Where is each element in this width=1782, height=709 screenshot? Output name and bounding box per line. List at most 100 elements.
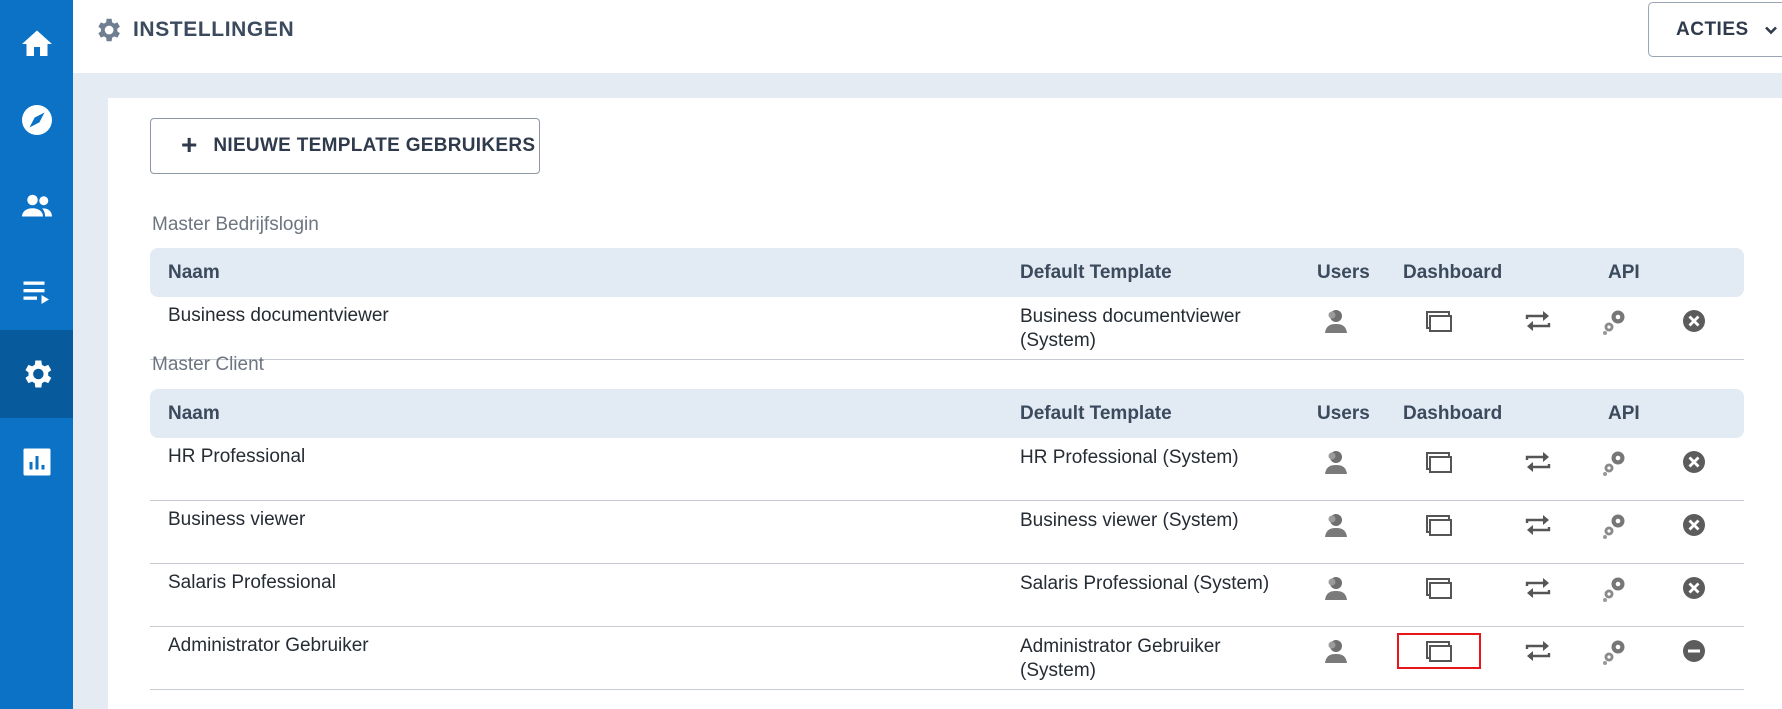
section-title-master-bedrijfslogin: Master Bedrijfslogin — [152, 214, 319, 235]
dashboard-button[interactable] — [1419, 305, 1459, 337]
swap-arrows-icon — [1525, 452, 1551, 472]
users-button[interactable] — [1316, 446, 1356, 478]
switch-button[interactable] — [1518, 635, 1558, 667]
column-naam: Naam — [168, 262, 220, 283]
user-icon — [1325, 577, 1347, 600]
table-header: Naam Default Template Users Dashboard AP… — [150, 389, 1744, 438]
table-header: Naam Default Template Users Dashboard AP… — [150, 248, 1744, 297]
compass-icon — [21, 105, 52, 135]
dashboard-button[interactable] — [1419, 572, 1459, 604]
sidebar-item-home[interactable] — [0, 0, 73, 88]
window-icon — [1426, 641, 1452, 662]
column-default-template: Default Template — [1020, 403, 1172, 424]
switch-button[interactable] — [1518, 305, 1558, 337]
close-circle-icon — [1683, 577, 1705, 599]
user-icon — [1325, 640, 1347, 663]
dashboard-button[interactable] — [1419, 509, 1459, 541]
column-api: API — [1608, 403, 1640, 424]
close-circle-icon — [1683, 514, 1705, 536]
new-template-users-button[interactable]: + NIEUWE TEMPLATE GEBRUIKERS — [150, 118, 540, 174]
switch-button[interactable] — [1518, 446, 1558, 478]
user-icon — [1325, 310, 1347, 333]
sidebar-item-settings[interactable] — [0, 330, 73, 418]
header: INSTELLINGEN ACTIES — [73, 0, 1782, 73]
users-icon — [21, 194, 52, 217]
column-default-template: Default Template — [1020, 262, 1172, 283]
column-api: API — [1608, 262, 1640, 283]
acties-dropdown-button[interactable]: ACTIES — [1648, 2, 1782, 57]
row-default-template: Administrator Gebruiker (System) — [1020, 636, 1221, 681]
column-dashboard: Dashboard — [1403, 403, 1503, 424]
gear-icon — [98, 18, 120, 42]
window-icon — [1426, 452, 1452, 473]
minus-circle-icon — [1683, 640, 1705, 662]
acties-label: ACTIES — [1676, 18, 1749, 40]
column-dashboard: Dashboard — [1403, 262, 1503, 283]
api-settings-button[interactable] — [1595, 509, 1635, 541]
remove-button[interactable] — [1674, 572, 1714, 604]
remove-button[interactable] — [1674, 446, 1714, 478]
sidebar-item-reports[interactable] — [0, 418, 73, 506]
switch-button[interactable] — [1518, 509, 1558, 541]
remove-button[interactable] — [1674, 635, 1714, 667]
row-default-template: Business viewer (System) — [1020, 510, 1239, 531]
row-default-template: Business documentviewer (System) — [1020, 306, 1241, 351]
table-row: HR Professional HR Professional (System) — [150, 438, 1744, 501]
bar-chart-icon — [23, 448, 50, 476]
users-button[interactable] — [1316, 635, 1356, 667]
row-naam: HR Professional — [168, 446, 306, 467]
remove-button[interactable] — [1674, 305, 1714, 337]
table-row: Salaris Professional Salaris Professiona… — [150, 564, 1744, 627]
sidebar — [0, 0, 73, 709]
row-naam: Salaris Professional — [168, 572, 336, 593]
dashboard-button[interactable] — [1397, 633, 1481, 669]
page-title-text: INSTELLINGEN — [133, 18, 295, 41]
dashboard-button[interactable] — [1419, 446, 1459, 478]
gear-icon — [24, 360, 51, 388]
api-settings-button[interactable] — [1595, 572, 1635, 604]
window-icon — [1426, 515, 1452, 536]
switch-button[interactable] — [1518, 572, 1558, 604]
row-naam: Administrator Gebruiker — [168, 635, 369, 656]
close-circle-icon — [1683, 451, 1705, 473]
sidebar-item-playlist[interactable] — [0, 248, 73, 336]
sidebar-item-explore[interactable] — [0, 76, 73, 164]
swap-arrows-icon — [1525, 311, 1551, 331]
gears-icon — [1603, 640, 1625, 665]
users-button[interactable] — [1316, 305, 1356, 337]
gears-icon — [1603, 451, 1625, 476]
remove-button[interactable] — [1674, 509, 1714, 541]
column-naam: Naam — [168, 403, 220, 424]
row-naam: Business documentviewer — [168, 305, 389, 326]
table-row: Business documentviewer Business documen… — [150, 297, 1744, 360]
new-template-users-label: NIEUWE TEMPLATE GEBRUIKERS — [213, 135, 536, 156]
section-title-master-client: Master Client — [152, 354, 264, 375]
table-row: Business viewer Business viewer (System) — [150, 501, 1744, 564]
row-naam: Business viewer — [168, 509, 306, 530]
content-panel: + NIEUWE TEMPLATE GEBRUIKERS Master Bedr… — [108, 98, 1782, 709]
gears-icon — [1603, 310, 1625, 335]
table-row: Administrator Gebruiker Administrator Ge… — [150, 627, 1744, 690]
api-settings-button[interactable] — [1595, 305, 1635, 337]
chevron-down-icon — [1764, 26, 1777, 34]
gears-icon — [1603, 514, 1625, 539]
swap-arrows-icon — [1525, 578, 1551, 598]
row-default-template: Salaris Professional (System) — [1020, 573, 1270, 594]
window-icon — [1426, 578, 1452, 599]
api-settings-button[interactable] — [1595, 635, 1635, 667]
list-play-icon — [23, 281, 49, 304]
row-default-template: HR Professional (System) — [1020, 447, 1239, 468]
home-icon — [21, 30, 52, 56]
swap-arrows-icon — [1525, 515, 1551, 535]
column-users: Users — [1317, 403, 1370, 424]
sidebar-item-users[interactable] — [0, 162, 73, 250]
gears-icon — [1603, 577, 1625, 602]
api-settings-button[interactable] — [1595, 446, 1635, 478]
users-button[interactable] — [1316, 509, 1356, 541]
users-button[interactable] — [1316, 572, 1356, 604]
user-icon — [1325, 514, 1347, 537]
plus-icon: + — [181, 128, 198, 160]
user-icon — [1325, 451, 1347, 474]
page-title: INSTELLINGEN — [93, 0, 294, 60]
column-users: Users — [1317, 262, 1370, 283]
